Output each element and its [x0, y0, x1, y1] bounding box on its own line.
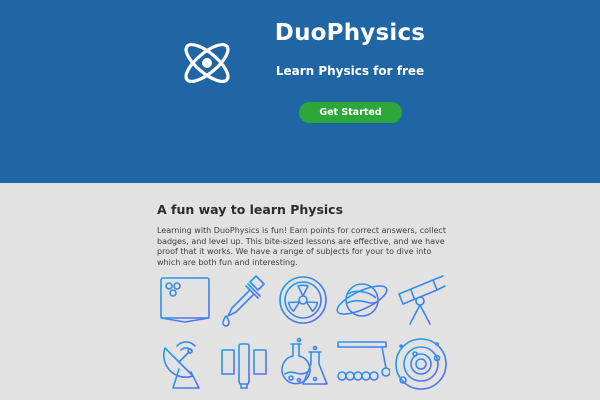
solar-system-icon	[393, 336, 449, 392]
telescope-icon	[393, 272, 449, 328]
section-intro: Learning with DuoPhysics is fun! Earn po…	[157, 226, 446, 267]
newtons-cradle-icon	[334, 336, 391, 392]
lab-flasks-icon	[275, 336, 331, 392]
hero-banner: DuoPhysics Learn Physics for free Get St…	[0, 0, 600, 183]
satellite-dish-icon	[157, 336, 213, 392]
features-section: A fun way to learn Physics Learning with…	[0, 183, 600, 400]
subject-icons-grid	[157, 272, 447, 400]
radiation-icon	[275, 272, 331, 328]
dropper-icon	[216, 272, 272, 328]
atom-icon	[184, 43, 230, 83]
section-title: A fun way to learn Physics	[157, 202, 344, 217]
planet-icon	[334, 272, 390, 328]
get-started-button[interactable]: Get Started	[299, 102, 402, 123]
open-book-icon	[157, 272, 213, 328]
space-station-icon	[216, 336, 272, 392]
brand-title: DuoPhysics	[274, 20, 426, 46]
hero-tagline: Learn Physics for free	[275, 64, 425, 78]
